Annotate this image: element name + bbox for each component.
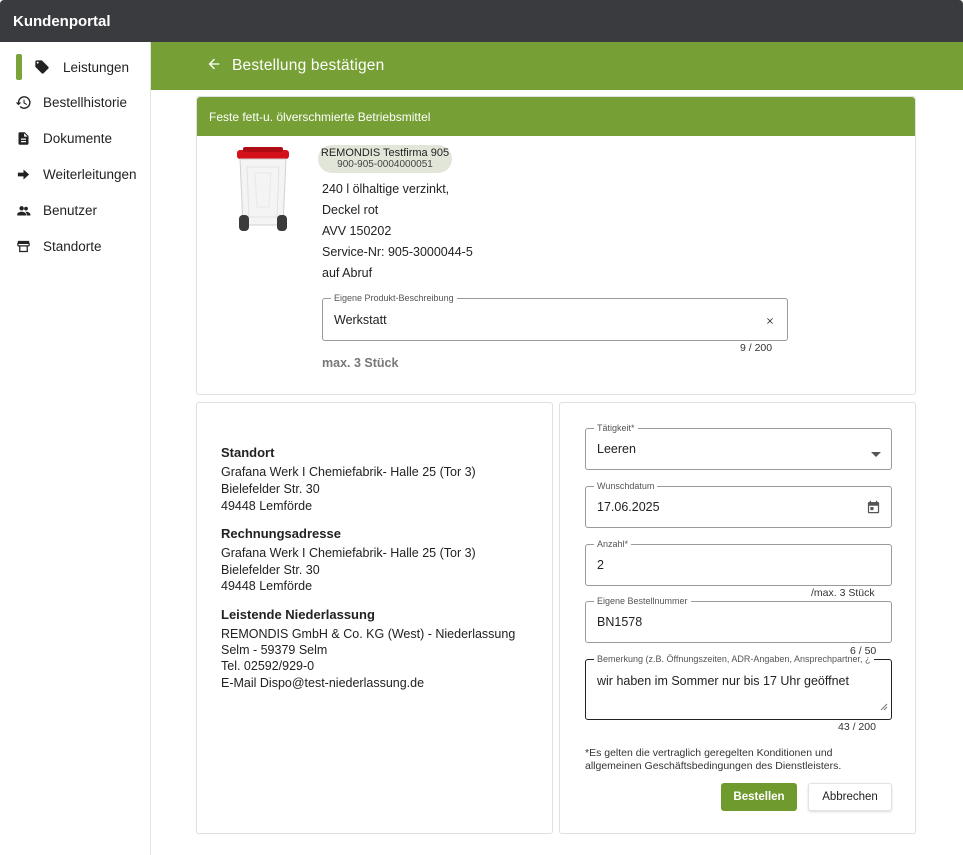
product-description-value: Werkstatt [334,313,387,327]
taetigkeit-select[interactable]: Tätigkeit* Leeren [585,423,892,470]
max-quantity-note: max. 3 Stück [322,356,399,370]
address-card: Standort Grafana Werk I Chemiefabrik- Ha… [196,402,553,834]
address-line: Bielefelder Str. 30 [221,563,320,577]
document-icon [14,129,32,147]
description-counter: 9 / 200 [740,342,773,354]
field-label: Bemerkung (z.B. Öffnungszeiten, ADR-Anga… [594,654,874,664]
app-title: Kundenportal [13,12,111,30]
sidebar-item-dokumente[interactable]: Dokumente [0,123,150,153]
bemerkung-value: wir haben im Sommer nur bis 17 Uhr geöff… [597,674,849,688]
product-detail-line: auf Abruf [322,266,373,280]
address-line: 49448 Lemförde [221,579,313,593]
abbrechen-button[interactable]: Abbrechen [808,783,892,811]
product-category-header: Feste fett-u. ölverschmierte Betriebsmit… [197,97,915,136]
order-form-card: Tätigkeit* Leeren Wunschdatum 17.06.2025… [559,402,916,834]
standort-title: Standort [221,445,275,460]
sidebar-item-label: Dokumente [43,130,113,146]
history-icon [14,93,32,111]
product-detail-line: Deckel rot [322,203,379,217]
page-header: Bestellung bestätigen [151,42,963,90]
product-details: 240 l ölhaltige verzinkt, Deckel rot AVV… [322,179,473,284]
sidebar-item-label: Bestellhistorie [43,94,128,110]
waste-bin-image [237,147,289,231]
anzahl-value: 2 [597,558,604,572]
product-detail-line: AVV 150202 [322,224,392,238]
address-line: Selm - 59379 Selm [221,643,328,657]
bemerkung-textarea[interactable]: Bemerkung (z.B. Öffnungszeiten, ADR-Anga… [585,654,892,720]
sidebar-item-leistungen[interactable]: Leistungen [0,52,150,82]
provider-number: 900-905-0004000051 [337,159,433,170]
product-card: Feste fett-u. ölverschmierte Betriebsmit… [196,96,916,395]
address-line: Bielefelder Str. 30 [221,482,320,496]
sidebar-item-label: Leistungen [63,59,130,75]
sidebar-item-bestellhistorie[interactable]: Bestellhistorie [0,87,150,117]
app-topbar: Kundenportal [0,0,963,42]
wunschdatum-value: 17.06.2025 [597,500,660,514]
product-description-field[interactable]: Eigene Produkt-Beschreibung Werkstatt [322,293,788,341]
back-arrow-icon[interactable] [206,56,224,74]
sidebar: Leistungen Bestellhistorie Dokumente Wei… [0,42,151,855]
calendar-icon[interactable] [866,499,881,520]
sidebar-item-weiterleitungen[interactable]: Weiterleitungen [0,159,150,189]
bestellnummer-field[interactable]: Eigene Bestellnummer BN1578 [585,596,892,643]
page-title: Bestellung bestätigen [232,57,385,74]
clear-icon[interactable] [765,313,775,331]
field-label: Eigene Produkt-Beschreibung [331,293,457,303]
sidebar-item-label: Standorte [43,238,102,254]
tag-icon [33,58,51,76]
niederlassung-title: Leistende Niederlassung [221,607,375,622]
anzahl-hint: /max. 3 Stück [811,587,875,599]
sidebar-item-label: Benutzer [43,202,98,218]
legal-note: *Es gelten die vertraglich geregelten Ko… [585,747,842,772]
field-label: Anzahl* [594,539,632,549]
anzahl-field[interactable]: Anzahl* 2 [585,539,892,586]
users-icon [14,201,32,219]
wunschdatum-field[interactable]: Wunschdatum 17.06.2025 [585,481,892,528]
resize-handle-icon[interactable] [880,698,888,716]
bestellnummer-value: BN1578 [597,615,643,629]
address-line: 49448 Lemförde [221,499,313,513]
provider-company: REMONDIS Testfirma 905 [320,147,450,159]
bestellen-button[interactable]: Bestellen [721,783,797,811]
address-line: Grafana Werk I Chemiefabrik- Halle 25 (T… [221,546,476,560]
provider-chip: REMONDIS Testfirma 905 900-905-000400005… [318,145,452,173]
field-label: Eigene Bestellnummer [594,596,691,606]
address-line: REMONDIS GmbH & Co. KG (West) - Niederla… [221,627,516,641]
product-detail-line: 240 l ölhaltige verzinkt, [322,182,450,196]
address-line: E-Mail Dispo@test-niederlassung.de [221,676,425,690]
dropdown-arrow-icon[interactable] [871,445,881,463]
address-line: Grafana Werk I Chemiefabrik- Halle 25 (T… [221,465,476,479]
bemerkung-counter: 43 / 200 [838,721,876,733]
sidebar-item-standorte[interactable]: Standorte [0,231,150,261]
field-label: Tätigkeit* [594,423,638,433]
arrow-right-icon [14,165,32,183]
address-line: Tel. 02592/929-0 [221,659,315,673]
store-icon [14,237,32,255]
field-label: Wunschdatum [594,481,658,491]
sidebar-item-label: Weiterleitungen [43,166,137,182]
sidebar-item-benutzer[interactable]: Benutzer [0,195,150,225]
product-detail-line: Service-Nr: 905-3000044-5 [322,245,473,259]
taetigkeit-value: Leeren [597,442,636,456]
active-indicator [16,54,22,80]
rechnung-title: Rechnungsadresse [221,526,341,541]
